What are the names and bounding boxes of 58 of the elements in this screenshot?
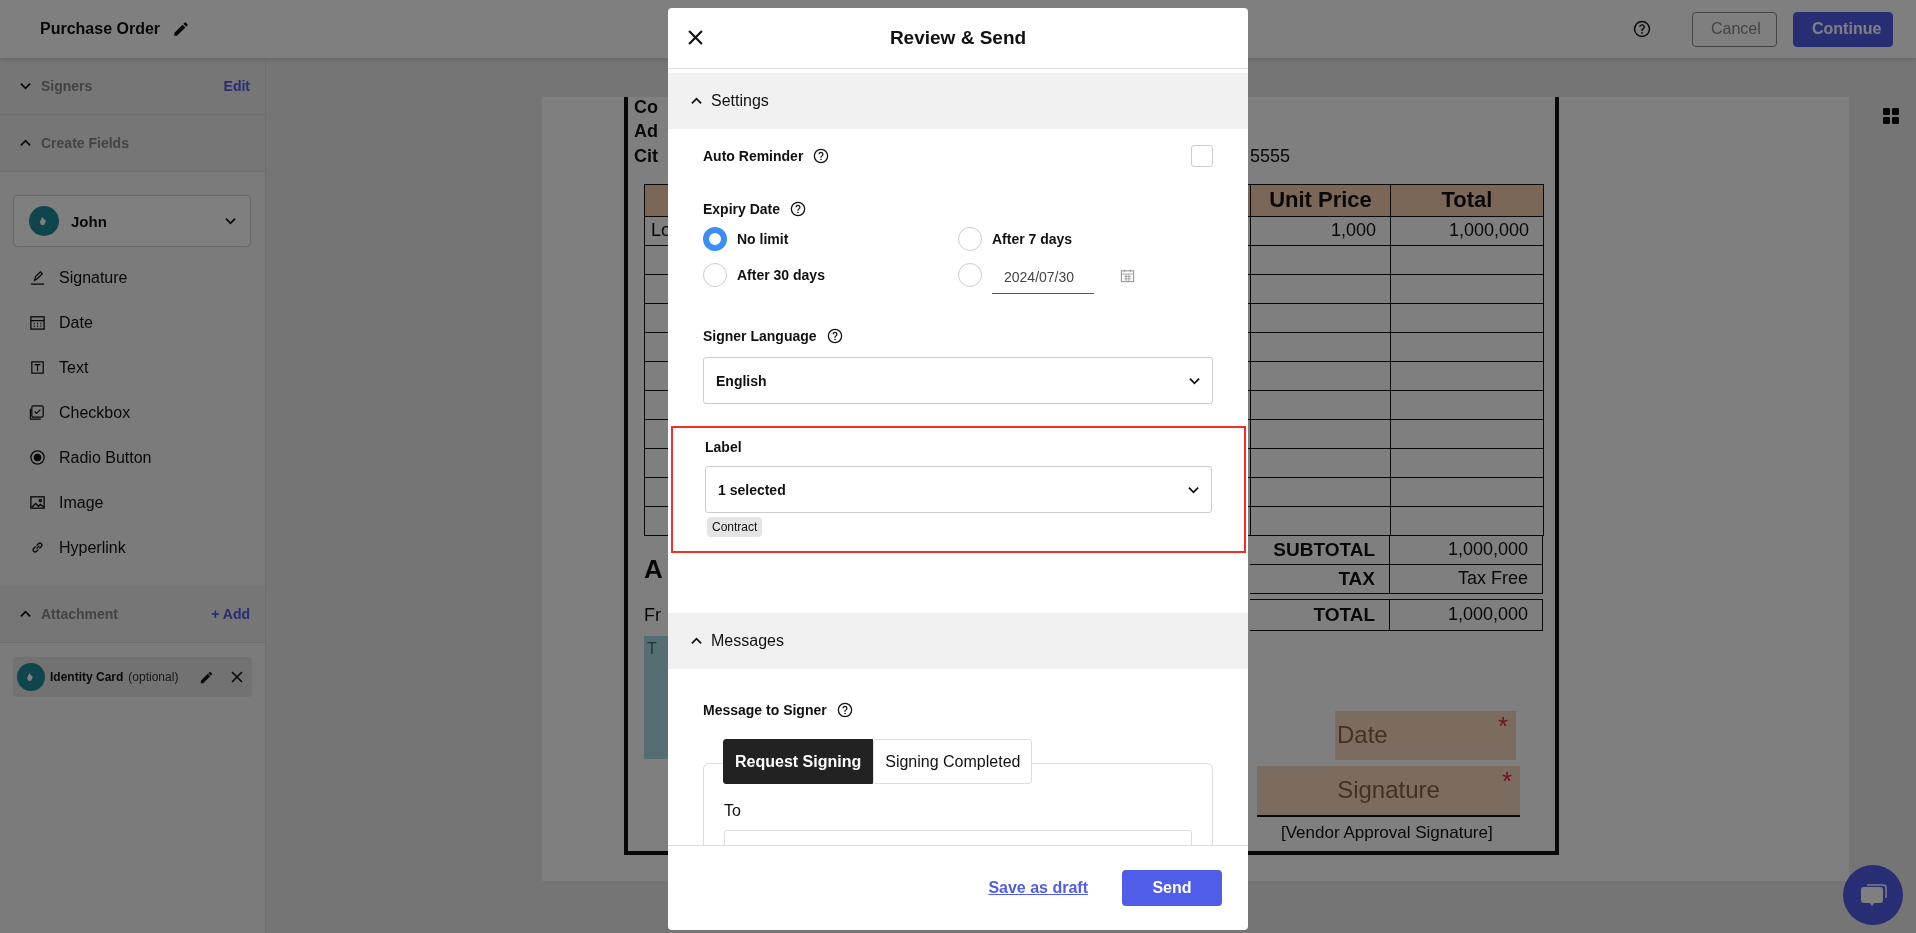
field-type-item[interactable]: Image [13,480,251,525]
field-label: Label [705,439,742,455]
field-type-item[interactable]: Text [13,345,251,390]
attachment-item[interactable]: Identity Card (optional) [13,657,252,697]
option-label: No limit [737,231,789,247]
message-tab[interactable]: Signing Completed [873,739,1033,784]
edit-link[interactable]: Edit [223,78,250,94]
total-value: 1,000,000 [1447,604,1528,625]
signer-name: John [71,212,108,230]
attachment-note: (optional) [128,670,180,684]
field-type-item[interactable]: Signature [13,255,251,300]
tag-chip: Contract [707,517,763,537]
field-label: Signer Language [703,328,817,344]
attachment-name: Identity Card [50,670,124,684]
field-label: Auto Reminder [703,148,804,164]
field-label: To [724,802,742,820]
signature-field-placeholder[interactable]: Signature * [1257,765,1520,817]
section-title: Settings [711,92,769,110]
section-header[interactable]: Messages [668,613,1248,669]
document-text: 5555 [1250,145,1291,167]
document-text: Fr [644,604,661,626]
total-value: Tax Free [1457,568,1528,589]
document-text: Ad [634,121,658,142]
column-header: Unit Price [1251,184,1391,216]
field-type-item[interactable]: Hyperlink [13,525,251,570]
column-header: Total [1391,184,1544,216]
field-type-item[interactable]: Date [13,300,251,345]
field-label: Message to Signer [703,702,827,718]
option-label: After 7 days [992,231,1073,247]
field-type-item[interactable]: Radio Button [13,435,251,480]
add-link[interactable]: + Add [211,606,250,622]
section-title: Messages [711,632,784,650]
date-field[interactable]: 2024/07/30 [992,268,1094,294]
total-value: 1,000,000 [1447,539,1528,560]
language-select[interactable]: English [703,357,1213,404]
option-label: After 30 days [737,267,825,283]
total-label: TOTAL [1313,603,1375,626]
document-heading: A [644,553,663,585]
table-cell: 1,000 [1330,220,1376,241]
table-cell: 1,000,000 [1448,220,1529,241]
document-text: Co [634,97,658,117]
continue-button[interactable]: Continue [1793,11,1893,47]
cancel-button[interactable]: Cancel [1692,11,1777,47]
save-draft-link[interactable]: Save as draft [988,879,1088,897]
total-label: SUBTOTAL [1273,538,1375,561]
message-tab[interactable]: Request Signing [723,739,874,784]
document-title: Purchase Order [40,20,161,38]
dialog-title: Review & Send [889,27,1027,49]
label-select[interactable]: 1 selected [705,466,1212,513]
send-button[interactable]: Send [1122,870,1222,906]
signature-field-placeholder[interactable]: Date * [1335,710,1516,760]
signer-select[interactable]: John [13,195,251,247]
field-label: Expiry Date [703,201,781,217]
field-type-item[interactable]: Checkbox [13,390,251,435]
signature-caption: [Vendor Approval Signature] [1280,822,1494,843]
total-label: TAX [1338,567,1375,590]
section-header[interactable]: Settings [668,73,1248,129]
document-text: Cit [634,145,658,166]
